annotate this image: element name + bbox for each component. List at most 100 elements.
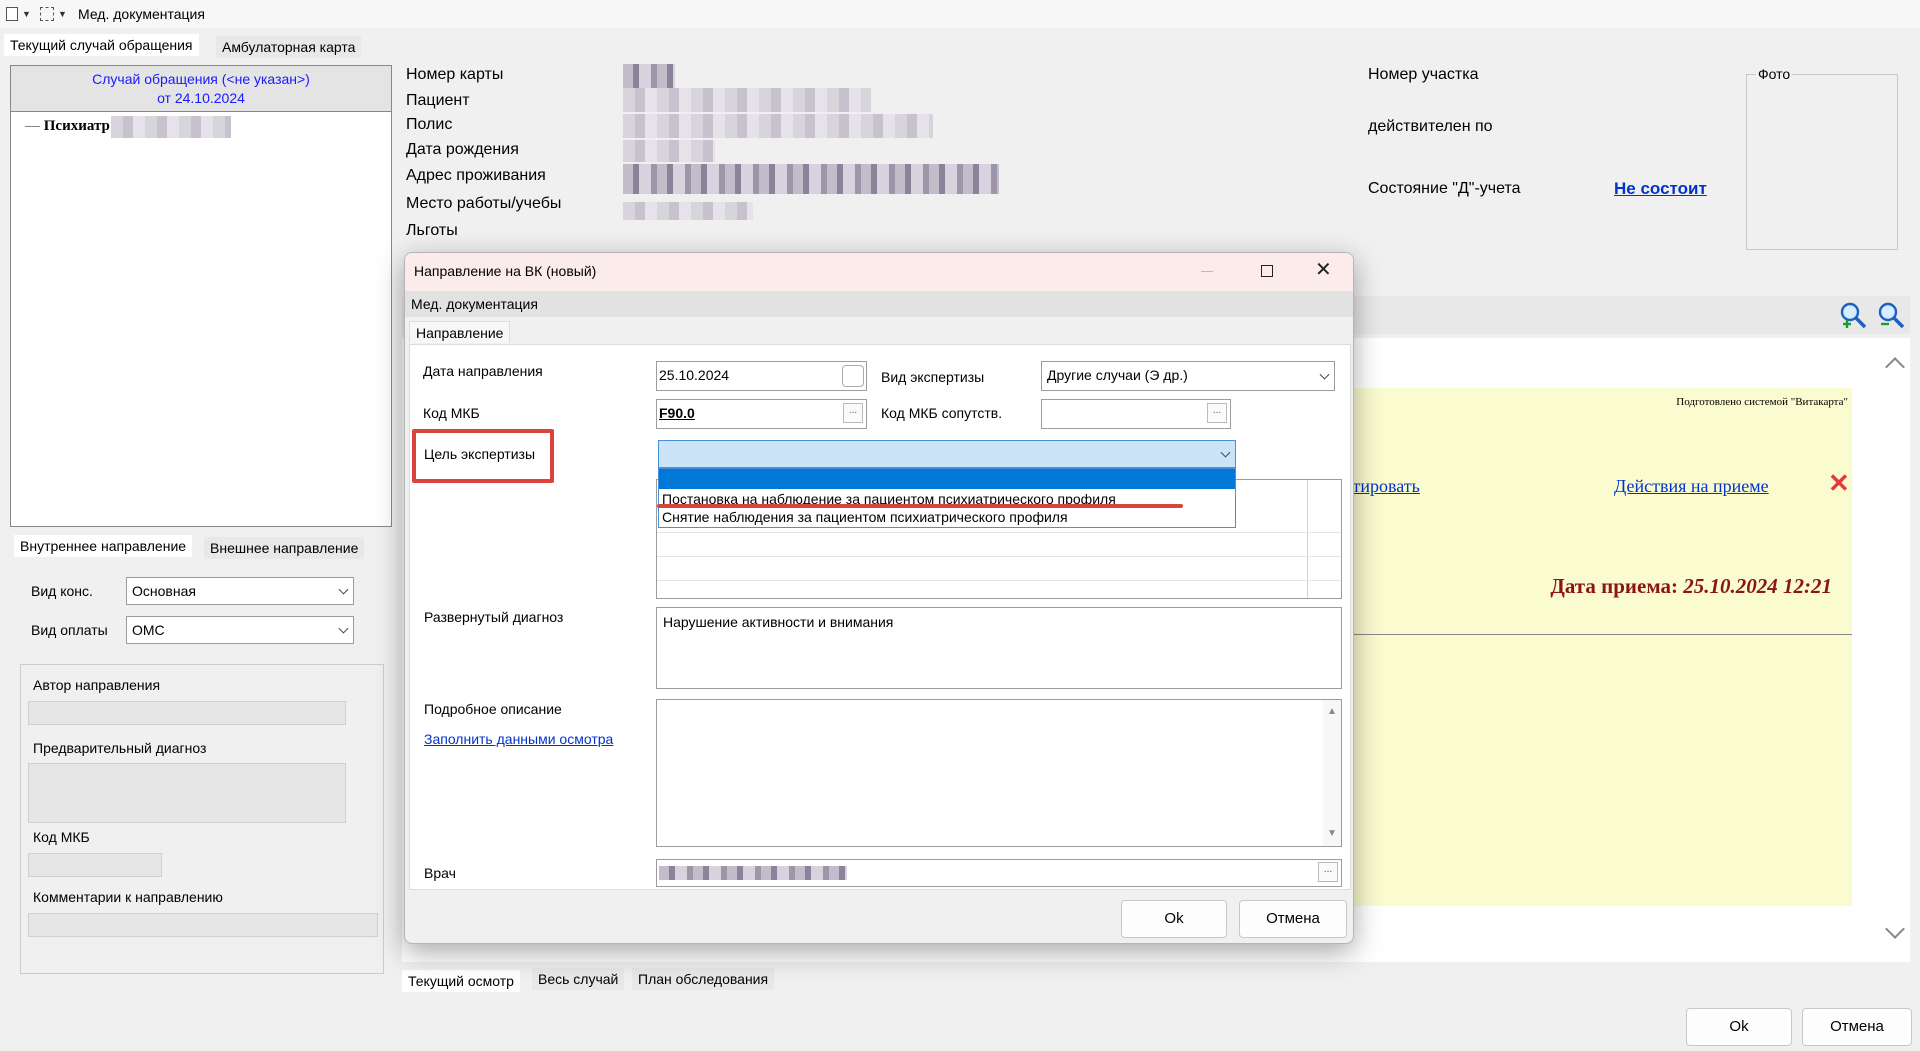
calendar-button[interactable] [842, 365, 864, 387]
chevron-down-icon [1319, 369, 1330, 380]
doctor-input[interactable]: ... [656, 859, 1342, 887]
diag-value: Нарушение активности и внимания [663, 614, 894, 630]
case-tree-panel: Случай обращения (<не указан>) от 24.10.… [10, 65, 392, 527]
tree-item-psychiatrist[interactable]: — Психиатр [25, 118, 110, 135]
d-status-link[interactable]: Не состоит [1614, 179, 1707, 199]
comments-field [28, 913, 378, 937]
grid-row-line [657, 580, 1341, 581]
d-status-label: Состояние "Д"-учета [1368, 180, 1521, 197]
mkb-label: Код МКБ [423, 405, 480, 421]
patient-label-name: Пациент [406, 92, 470, 109]
patient-name-redacted [623, 88, 871, 112]
actions-link[interactable]: Действия на приеме [1614, 476, 1769, 497]
date-input[interactable]: 25.10.2024 [656, 361, 867, 391]
mkb-input[interactable]: F90.0 ... [656, 399, 867, 429]
valid-label: действителен по [1368, 118, 1493, 135]
goal-option-empty[interactable] [659, 469, 1235, 489]
patient-birth-redacted [623, 140, 715, 162]
comments-label: Комментарии к направлению [33, 889, 223, 905]
expertise-select[interactable]: Другие случаи (Э др.) [1041, 361, 1335, 391]
scroll-up-icon[interactable] [1885, 357, 1905, 377]
dialog-cancel-button[interactable]: Отмена [1239, 900, 1347, 938]
chevron-down-icon [338, 623, 349, 634]
chevron-down-icon[interactable]: ▼ [22, 9, 31, 19]
chevron-down-icon [1220, 447, 1231, 458]
vid-oplaty-select[interactable]: ОМС [126, 616, 354, 644]
layout-icon[interactable] [40, 7, 54, 21]
edit-link[interactable]: ктировать [1344, 476, 1420, 497]
close-icon[interactable]: ✕ [1315, 259, 1332, 281]
diag-textarea[interactable]: Нарушение активности и внимания [656, 607, 1342, 689]
visit-date-value: 25.10.2024 12:21 [1683, 574, 1832, 598]
desc-textarea[interactable]: ▲ ▼ [656, 699, 1342, 847]
tab-external-direction[interactable]: Внешнее направление [204, 537, 365, 559]
vid-oplaty-value: ОМС [132, 622, 165, 638]
patient-address-redacted [623, 164, 999, 194]
author-label: Автор направления [33, 677, 161, 693]
maximize-icon[interactable] [1261, 265, 1273, 277]
mkb-field [28, 853, 162, 877]
chevron-down-icon [338, 584, 349, 595]
visit-date: Дата приема: 25.10.2024 12:21 [1550, 574, 1832, 599]
dialog-menu-bar: Мед. документация [405, 291, 1353, 317]
mkb-label: Код МКБ [33, 829, 90, 845]
grid-row-line [657, 532, 1341, 533]
scroll-up-icon[interactable]: ▲ [1327, 706, 1337, 717]
patient-label-policy: Полис [406, 116, 453, 133]
document-icon[interactable] [6, 7, 18, 21]
photo-label: Фото [1756, 66, 1793, 82]
divider [1342, 634, 1852, 635]
tree-line: — [25, 118, 44, 134]
prelim-diag-label: Предварительный диагноз [33, 740, 207, 756]
goal-select[interactable] [658, 440, 1236, 468]
fill-from-exam-link[interactable]: Заполнить данными осмотра [424, 731, 613, 747]
vid-kons-value: Основная [132, 583, 196, 599]
tab-current-exam[interactable]: Текущий осмотр [402, 970, 520, 992]
patient-label-card: Номер карты [406, 66, 504, 83]
scroll-down-icon[interactable] [1885, 919, 1905, 939]
vid-kons-select[interactable]: Основная [126, 577, 354, 605]
goal-label: Цель экспертизы [424, 446, 536, 462]
patient-label-benefits: Льготы [406, 222, 458, 239]
title-bar: ▼ ▼ Мед. документация [0, 0, 1920, 28]
chevron-down-icon[interactable]: ▼ [58, 9, 67, 19]
close-icon[interactable]: ✕ [1828, 470, 1850, 496]
tab-whole-case[interactable]: Весь случай [532, 968, 625, 990]
doctor-browse-button[interactable]: ... [1318, 862, 1338, 882]
minimize-icon[interactable] [1201, 271, 1213, 272]
mkb-browse-button[interactable]: ... [843, 403, 863, 423]
vk-direction-dialog: Направление на ВК (новый) ✕ Мед. докумен… [404, 252, 1354, 944]
visit-date-label: Дата приема: [1550, 574, 1678, 598]
zoom-out-icon[interactable] [1876, 300, 1906, 330]
tab-current-case[interactable]: Текущий случай обращения [4, 34, 199, 56]
desc-scrollbar[interactable]: ▲ ▼ [1323, 700, 1341, 846]
main-ok-button[interactable]: Ok [1686, 1008, 1792, 1046]
patient-label-birth: Дата рождения [406, 141, 519, 158]
patient-policy-redacted [623, 114, 933, 138]
vid-oplaty-label: Вид оплаты [31, 622, 108, 638]
direction-panel: Вид конс. Основная Вид оплаты ОМС Автор … [10, 560, 392, 978]
tab-exam-plan[interactable]: План обследования [632, 968, 775, 990]
mkb-sop-browse-button[interactable]: ... [1207, 403, 1227, 423]
vid-kons-label: Вид конс. [31, 583, 93, 599]
document-page: Подготовлено системой "Витакарта" ктиров… [1342, 388, 1852, 906]
dialog-title: Направление на ВК (новый) [414, 263, 597, 279]
goal-option-2[interactable]: Снятие наблюдения за пациентом психиатри… [662, 509, 1068, 526]
doctor-label: Врач [424, 865, 456, 881]
tab-internal-direction[interactable]: Внутреннее направление [14, 535, 193, 557]
dialog-ok-button[interactable]: Ok [1121, 900, 1227, 938]
case-header[interactable]: Случай обращения (<не указан>) от 24.10.… [11, 66, 391, 112]
zoom-in-icon[interactable] [1838, 300, 1868, 330]
photo-frame [1746, 74, 1898, 250]
tab-ambulatory-card[interactable]: Амбулаторная карта [216, 36, 362, 58]
main-cancel-button[interactable]: Отмена [1802, 1008, 1912, 1046]
dialog-tab-direction[interactable]: Направление [409, 321, 511, 343]
expertise-value: Другие случаи (Э др.) [1047, 367, 1188, 383]
expertise-label: Вид экспертизы [881, 369, 985, 385]
mkb-sop-input[interactable]: ... [1041, 399, 1231, 429]
scroll-down-icon[interactable]: ▼ [1327, 828, 1337, 839]
doctor-value-redacted [659, 866, 847, 880]
date-value: 25.10.2024 [659, 367, 730, 383]
dialog-menu-item[interactable]: Мед. документация [411, 296, 538, 312]
prelim-diag-field [28, 763, 346, 823]
